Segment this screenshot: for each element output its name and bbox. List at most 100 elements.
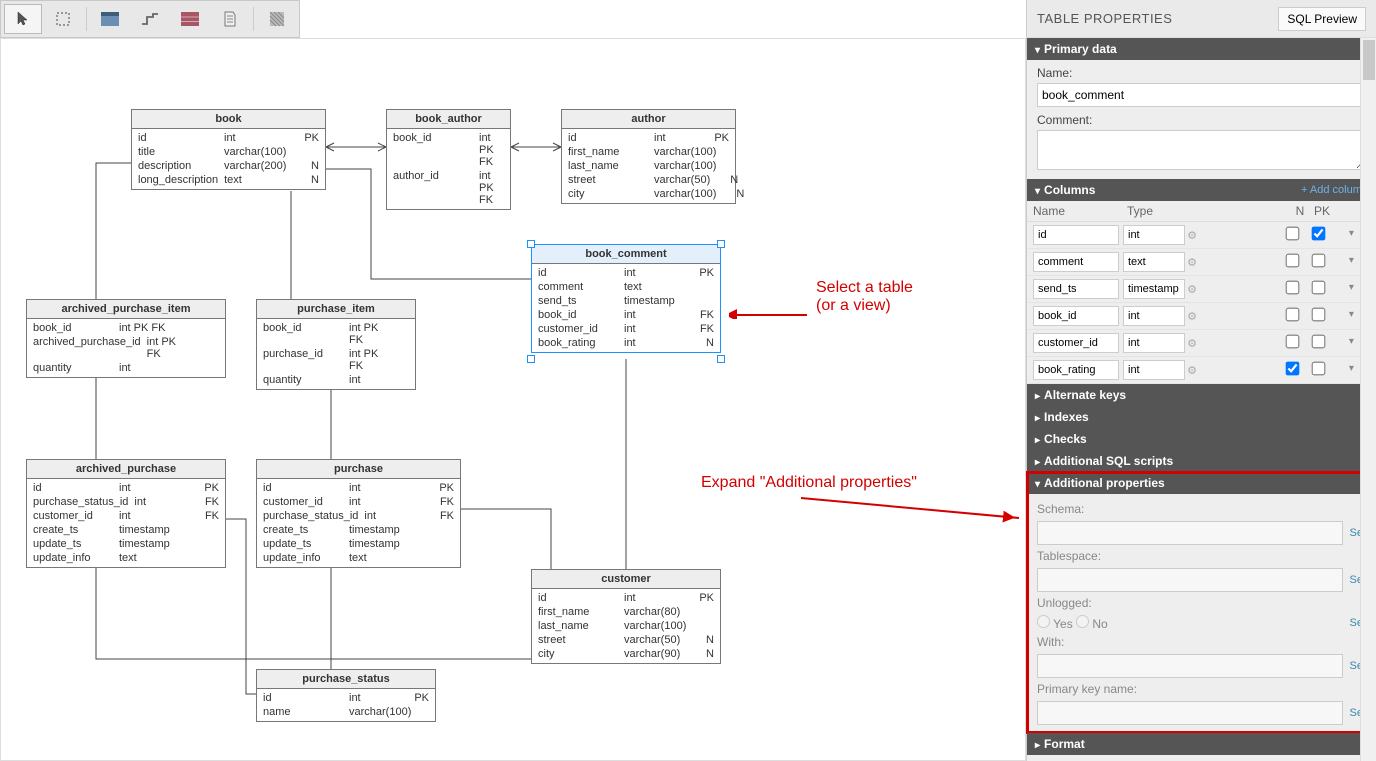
name-input[interactable] — [1037, 83, 1366, 107]
tool-marquee[interactable] — [44, 4, 82, 34]
tool-table[interactable] — [91, 4, 129, 34]
reorder-icon[interactable]: ▾ — [1349, 363, 1354, 377]
with-input[interactable] — [1037, 654, 1343, 678]
reorder-icon[interactable]: ▾ — [1349, 282, 1354, 296]
tool-note[interactable] — [211, 4, 249, 34]
section-title: Alternate keys — [1044, 388, 1126, 402]
col-name-input[interactable] — [1033, 306, 1119, 326]
gear-icon[interactable]: ⚙ — [1187, 364, 1197, 377]
section-alternate-keys[interactable]: ▸Alternate keys — [1027, 384, 1376, 406]
reorder-icon[interactable]: ▾ — [1349, 255, 1354, 269]
marquee-icon — [55, 11, 71, 27]
col-pk-checkbox[interactable] — [1311, 227, 1325, 241]
section-additional-sql[interactable]: ▸Additional SQL scripts — [1027, 450, 1376, 472]
gear-icon[interactable]: ⚙ — [1187, 310, 1197, 323]
column-row: customer_idintFK — [257, 495, 460, 509]
selection-handle[interactable] — [527, 355, 535, 363]
gear-icon[interactable]: ⚙ — [1187, 229, 1197, 242]
diagram-canvas[interactable]: book idintPKtitlevarchar(100)description… — [0, 38, 1026, 761]
column-row: book_idint PK FK — [257, 321, 415, 347]
table-archived-purchase-item[interactable]: archived_purchase_item book_idint PK FKa… — [26, 299, 226, 378]
col-name-input[interactable] — [1033, 333, 1119, 353]
annotation-text: Select a table — [816, 279, 913, 297]
reorder-icon[interactable]: ▾ — [1349, 228, 1354, 242]
unlogged-no-radio[interactable] — [1076, 615, 1089, 628]
properties-sidebar: TABLE PROPERTIES SQL Preview ▾Primary da… — [1026, 0, 1376, 761]
tablespace-input[interactable] — [1037, 568, 1343, 592]
separator — [253, 7, 254, 31]
col-name-input[interactable] — [1033, 360, 1119, 380]
unlogged-label: Unlogged: — [1037, 596, 1366, 610]
add-column-link[interactable]: + Add column — [1301, 184, 1368, 196]
col-n-header: N — [1290, 204, 1310, 218]
scrollbar-thumb[interactable] — [1363, 40, 1375, 80]
col-name-input[interactable] — [1033, 279, 1119, 299]
table-columns: idintPKpurchase_status_idintFKcustomer_i… — [27, 479, 225, 567]
col-name-input[interactable] — [1033, 225, 1119, 245]
reorder-icon[interactable]: ▾ — [1349, 336, 1354, 350]
column-row: ⚙ ▾✕ — [1027, 357, 1376, 384]
gear-icon[interactable]: ⚙ — [1187, 256, 1197, 269]
table-purchase-status[interactable]: purchase_status idintPKnamevarchar(100) — [256, 669, 436, 722]
table-book-comment[interactable]: book_comment idintPKcommenttextsend_tsti… — [531, 244, 721, 353]
selection-handle[interactable] — [717, 355, 725, 363]
comment-textarea[interactable] — [1037, 130, 1366, 170]
col-nullable-checkbox[interactable] — [1285, 281, 1299, 295]
column-row: author_idint PK FK — [387, 169, 510, 207]
section-title: Additional SQL scripts — [1044, 454, 1173, 468]
col-pk-checkbox[interactable] — [1311, 281, 1325, 295]
pk-name-input[interactable] — [1037, 701, 1343, 725]
tool-area[interactable] — [258, 4, 296, 34]
tool-relation[interactable] — [131, 4, 169, 34]
col-pk-checkbox[interactable] — [1311, 362, 1325, 376]
col-type-input[interactable] — [1123, 252, 1185, 272]
section-additional-properties[interactable]: ▾Additional properties — [1027, 472, 1376, 494]
col-type-input[interactable] — [1123, 279, 1185, 299]
schema-input[interactable] — [1037, 521, 1343, 545]
section-format[interactable]: ▸Format — [1027, 733, 1376, 755]
col-nullable-checkbox[interactable] — [1285, 308, 1299, 322]
section-title: Checks — [1044, 432, 1087, 446]
section-primary-data[interactable]: ▾Primary data — [1027, 38, 1376, 60]
gear-icon[interactable]: ⚙ — [1187, 283, 1197, 296]
column-row: cityvarchar(100)N — [562, 187, 735, 201]
col-nullable-checkbox[interactable] — [1285, 335, 1299, 349]
selection-handle[interactable] — [527, 240, 535, 248]
table-book[interactable]: book idintPKtitlevarchar(100)description… — [131, 109, 326, 190]
column-row: book_idint PK FK — [387, 131, 510, 169]
column-row: ⚙ ▾✕ — [1027, 249, 1376, 276]
col-type-header: Type — [1127, 204, 1201, 218]
col-nullable-checkbox[interactable] — [1285, 254, 1299, 268]
selection-handle[interactable] — [717, 240, 725, 248]
section-columns[interactable]: ▾Columns + Add column — [1027, 179, 1376, 201]
table-purchase-item[interactable]: purchase_item book_idint PK FKpurchase_i… — [256, 299, 416, 390]
table-title: book_author — [387, 110, 510, 129]
table-customer[interactable]: customer idintPKfirst_namevarchar(80)las… — [531, 569, 721, 664]
sql-preview-button[interactable]: SQL Preview — [1278, 7, 1366, 31]
section-indexes[interactable]: ▸Indexes — [1027, 406, 1376, 428]
section-checks[interactable]: ▸Checks — [1027, 428, 1376, 450]
col-type-input[interactable] — [1123, 306, 1185, 326]
col-pk-checkbox[interactable] — [1311, 335, 1325, 349]
column-row: customer_idintFK — [27, 509, 225, 523]
col-nullable-checkbox[interactable] — [1285, 362, 1299, 376]
col-pk-checkbox[interactable] — [1311, 308, 1325, 322]
unlogged-yes-radio[interactable] — [1037, 615, 1050, 628]
column-row: ⚙ ▾✕ — [1027, 222, 1376, 249]
gear-icon[interactable]: ⚙ — [1187, 337, 1197, 350]
col-type-input[interactable] — [1123, 225, 1185, 245]
table-author[interactable]: author idintPKfirst_namevarchar(100)last… — [561, 109, 736, 204]
col-name-input[interactable] — [1033, 252, 1119, 272]
table-purchase[interactable]: purchase idintPKcustomer_idintFKpurchase… — [256, 459, 461, 568]
reorder-icon[interactable]: ▾ — [1349, 309, 1354, 323]
col-type-input[interactable] — [1123, 360, 1185, 380]
table-book-author[interactable]: book_author book_idint PK FKauthor_idint… — [386, 109, 511, 210]
tool-view[interactable] — [171, 4, 209, 34]
col-nullable-checkbox[interactable] — [1285, 227, 1299, 241]
col-pk-checkbox[interactable] — [1311, 254, 1325, 268]
tool-pointer[interactable] — [4, 4, 42, 34]
col-type-input[interactable] — [1123, 333, 1185, 353]
sidebar-scrollbar[interactable] — [1360, 38, 1376, 761]
name-label: Name: — [1037, 66, 1366, 80]
table-archived-purchase[interactable]: archived_purchase idintPKpurchase_status… — [26, 459, 226, 568]
